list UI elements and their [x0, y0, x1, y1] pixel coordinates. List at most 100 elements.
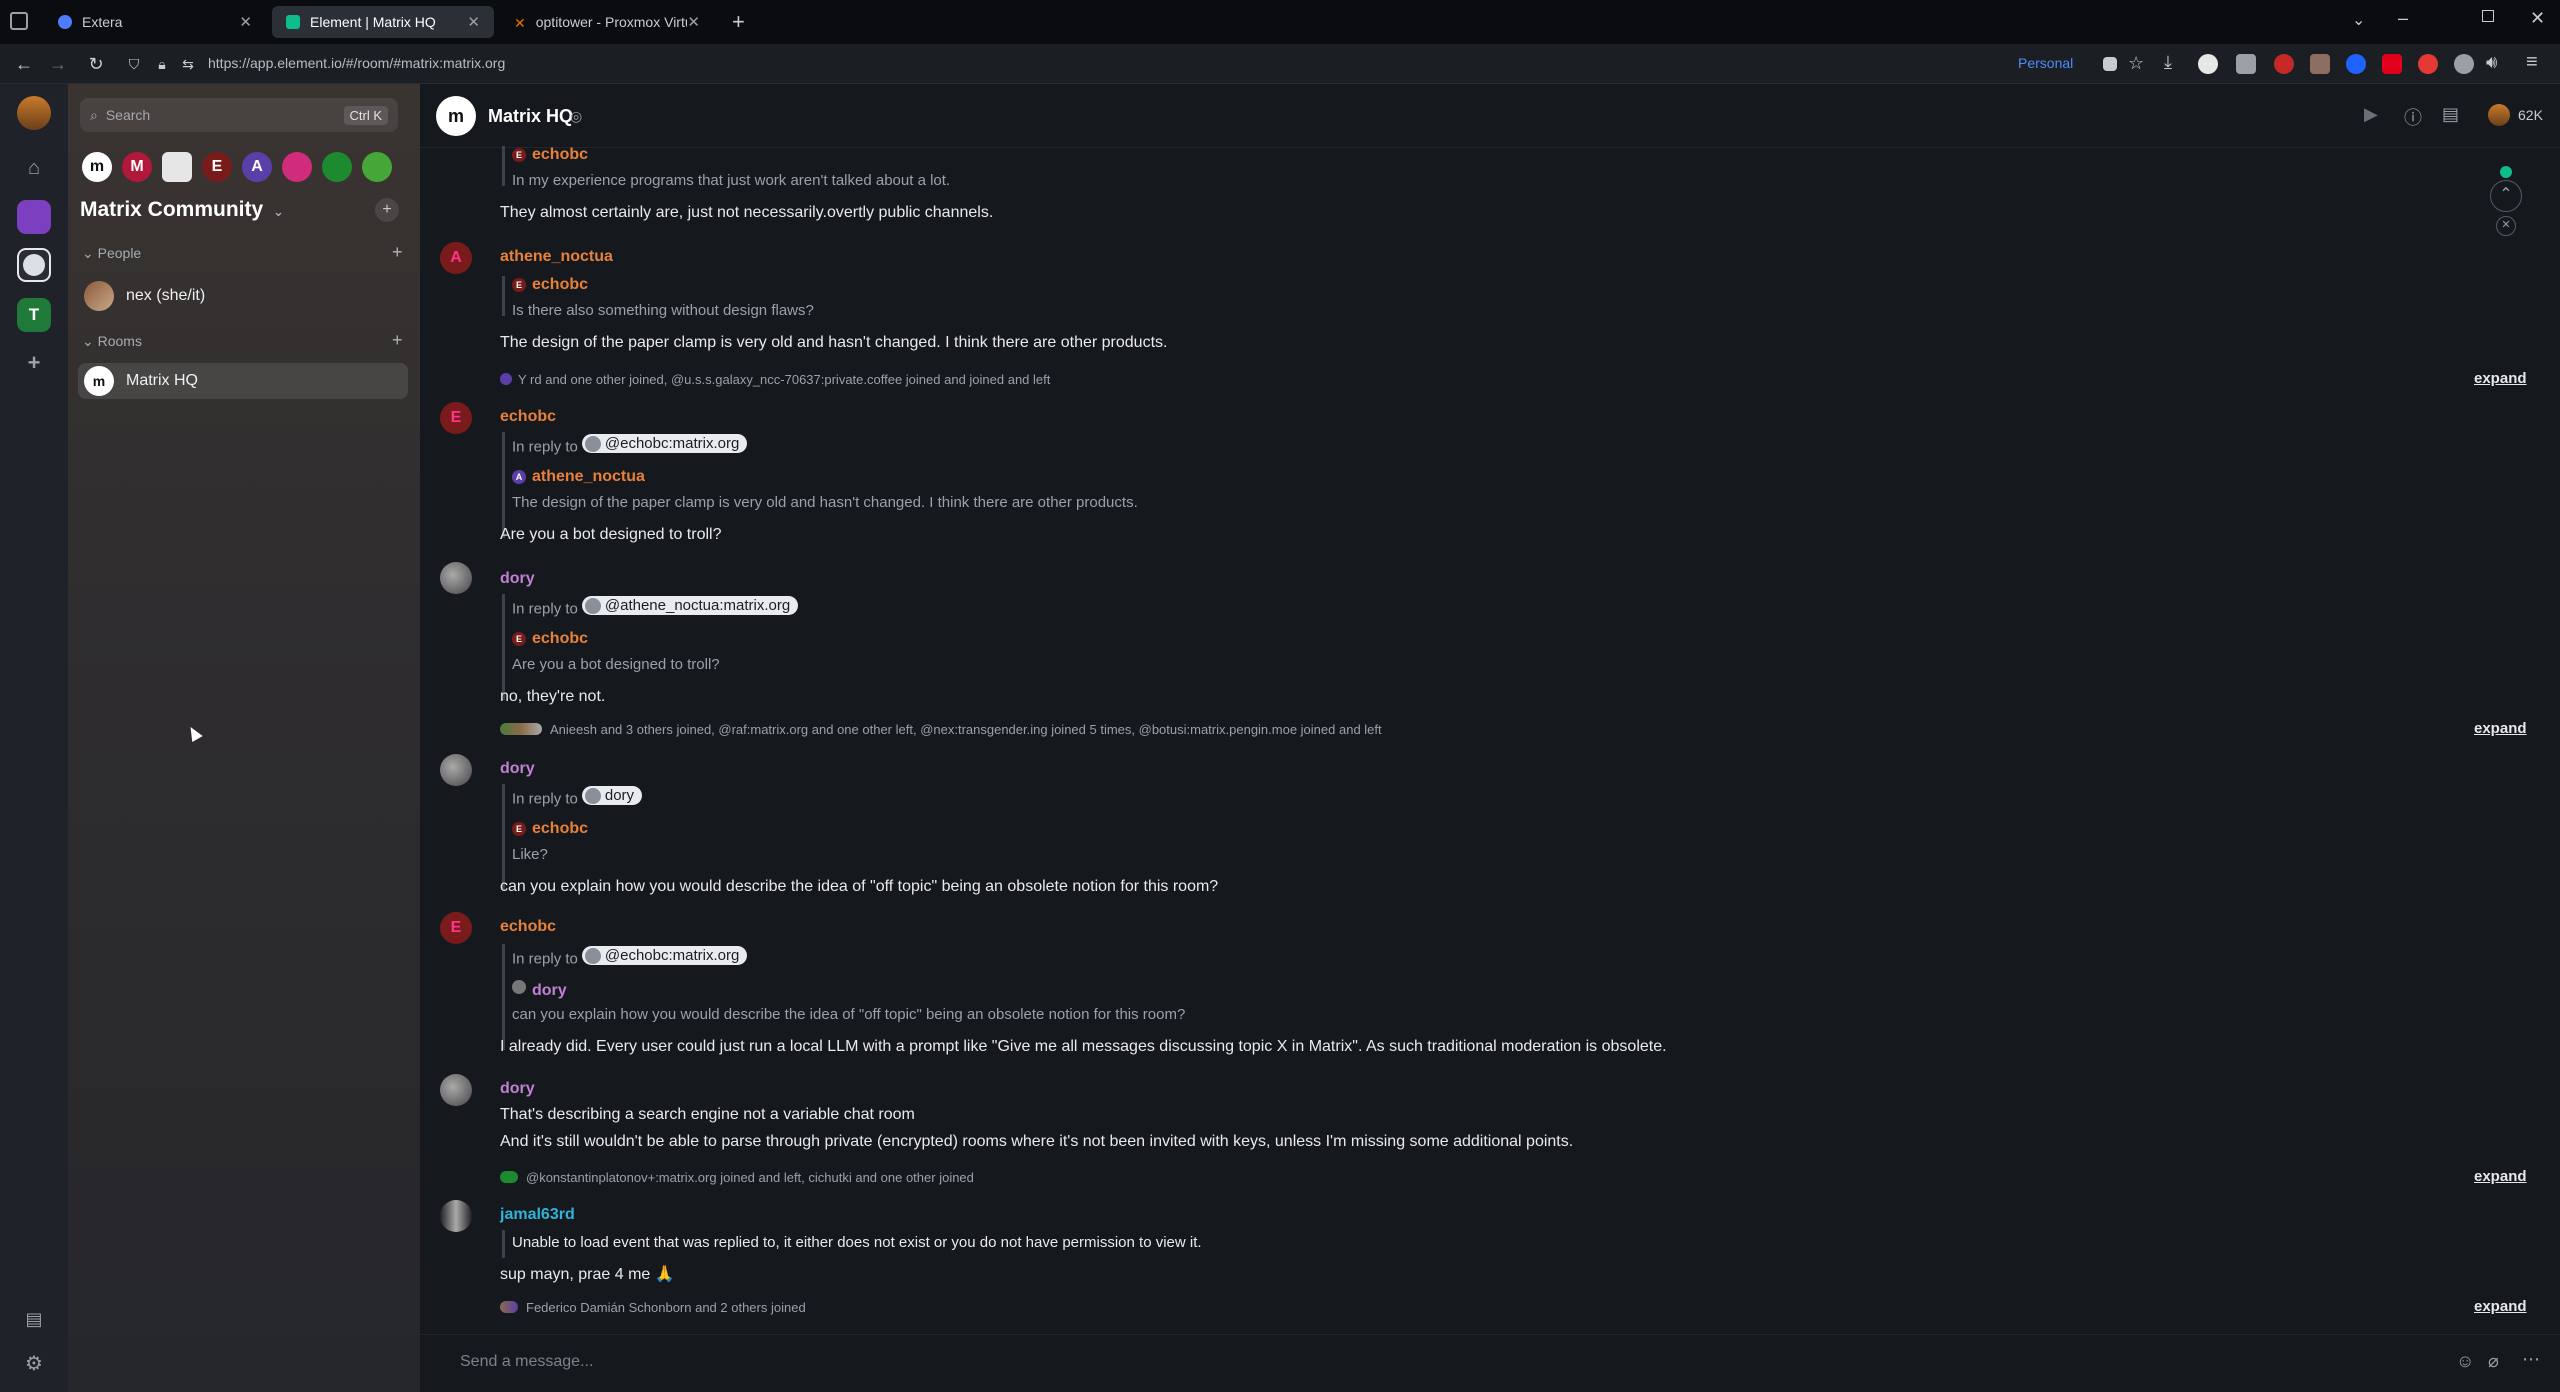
home-icon[interactable]: ⌂ [17, 151, 51, 185]
url-bar[interactable]: https://app.element.io/#/room/#matrix:ma… [208, 55, 505, 71]
threads-icon[interactable]: ▤ [2442, 104, 2459, 125]
space-child-avatar[interactable]: A [242, 152, 272, 182]
settings-gear-icon[interactable]: ⚙ [17, 1346, 51, 1380]
downloads-icon[interactable]: ⤓ [2164, 52, 2172, 73]
member-count[interactable]: 62K [2518, 107, 2543, 123]
back-icon[interactable]: ← [12, 52, 36, 76]
user-pill[interactable]: dory [581, 786, 643, 805]
space-name[interactable]: Matrix Community ⌄ [80, 198, 284, 222]
add-person-icon[interactable]: + [392, 242, 403, 263]
youtube-icon[interactable] [2382, 54, 2402, 74]
sender-name[interactable]: dory [500, 1080, 535, 1098]
extension-icon[interactable] [2418, 54, 2438, 74]
chevron-down-icon[interactable]: ⌄ [273, 204, 284, 219]
space-child-avatar[interactable]: M [122, 152, 152, 182]
tab-proxmox[interactable]: ✕ optitower - Proxmox Virtual En ✕ [500, 6, 714, 38]
space-child-avatar[interactable] [322, 152, 352, 182]
close-icon[interactable]: ✕ [239, 13, 252, 31]
minimize-icon[interactable]: – [2398, 8, 2408, 29]
expand-link[interactable]: expand [2474, 720, 2527, 737]
tab-extera[interactable]: Extera ✕ [44, 6, 266, 38]
room-title[interactable]: Matrix HQ [488, 106, 573, 127]
avatar[interactable]: E [440, 912, 472, 944]
space-item-matrix-community[interactable] [17, 248, 51, 282]
member-avatars[interactable] [2488, 104, 2510, 126]
quote-sender[interactable]: Aathene_noctua [512, 468, 645, 486]
sender-name[interactable]: dory [500, 570, 535, 588]
sender-name[interactable]: jamal63rd [500, 1206, 575, 1224]
space-child-avatar[interactable] [282, 152, 312, 182]
expand-link[interactable]: expand [2474, 1298, 2527, 1315]
bookmark-star-icon[interactable]: ☆ [2128, 53, 2144, 74]
space-item[interactable] [17, 200, 51, 234]
jump-to-unread-button[interactable]: ⌃ [2490, 180, 2522, 212]
close-icon[interactable]: ✕ [687, 13, 700, 31]
grid-icon[interactable] [2103, 57, 2117, 71]
extension-icon[interactable] [2198, 54, 2218, 74]
quote-sender[interactable]: Eechobc [512, 630, 588, 648]
space-child-avatar[interactable] [162, 152, 192, 182]
avatar[interactable] [440, 562, 472, 594]
ublock-icon[interactable] [2274, 54, 2294, 74]
expand-link[interactable]: expand [2474, 1168, 2527, 1185]
avatar[interactable] [440, 1200, 472, 1232]
rooms-section-header[interactable]: ⌄ Rooms [82, 333, 142, 350]
menu-icon[interactable]: ≡ [2526, 51, 2538, 74]
add-room-button[interactable]: + [375, 198, 399, 222]
user-pill[interactable]: @echobc:matrix.org [581, 434, 748, 453]
sender-name[interactable]: echobc [500, 408, 556, 426]
quote-sender[interactable]: Eechobc [512, 820, 588, 838]
quote-sender[interactable]: Eechobc [512, 276, 588, 294]
sender-name[interactable]: athene_noctua [500, 248, 613, 266]
maximize-icon[interactable] [2482, 10, 2494, 22]
expand-link[interactable]: expand [2474, 370, 2527, 387]
room-info-icon[interactable]: ⓘ [2404, 104, 2422, 130]
tab-overview-icon[interactable] [10, 12, 28, 30]
emoji-icon[interactable]: ☺ [2456, 1351, 2474, 1372]
threads-icon[interactable]: ▤ [17, 1302, 51, 1336]
avatar[interactable]: A [440, 242, 472, 274]
user-avatar[interactable] [17, 96, 51, 130]
in-reply-to[interactable]: In reply to @echobc:matrix.org [512, 946, 748, 968]
close-icon[interactable]: ✕ [467, 13, 480, 31]
room-avatar[interactable]: m [436, 96, 476, 136]
tab-element[interactable]: Element | Matrix HQ ✕ [272, 6, 494, 38]
more-options-icon[interactable]: ⋯ [2522, 1349, 2540, 1370]
avatar[interactable]: E [440, 402, 472, 434]
reload-icon[interactable]: ↻ [84, 52, 108, 76]
dismiss-icon[interactable]: ✕ [2496, 216, 2516, 236]
quote-sender[interactable]: dory [512, 980, 567, 1000]
attachment-icon[interactable]: ⌀ [2488, 1351, 2499, 1372]
room-list-item[interactable]: nex (she/it) [78, 278, 408, 314]
in-reply-to[interactable]: In reply to @athene_noctua:matrix.org [512, 596, 799, 618]
new-tab-icon[interactable]: + [732, 9, 745, 35]
search-input[interactable]: ⌕ Search Ctrl K [80, 98, 398, 132]
space-child-avatar[interactable]: m [82, 152, 112, 182]
permissions-icon[interactable]: ⇆ [176, 52, 200, 76]
extension-icon[interactable] [2310, 54, 2330, 74]
user-pill[interactable]: @echobc:matrix.org [581, 946, 748, 965]
quote-sender[interactable]: Eechobc [512, 146, 588, 164]
puzzle-icon[interactable] [2236, 54, 2256, 74]
extension-icon[interactable] [2454, 54, 2474, 74]
avatar[interactable] [440, 754, 472, 786]
create-space-icon[interactable]: + [17, 346, 51, 380]
container-label[interactable]: Personal [2018, 55, 2073, 71]
space-item[interactable]: T [17, 298, 51, 332]
forward-icon[interactable]: → [46, 52, 70, 76]
lock-icon[interactable]: 🔒︎ [150, 52, 174, 76]
space-child-avatar[interactable] [362, 152, 392, 182]
tab-list-icon[interactable]: ⌄ [2352, 10, 2365, 30]
in-reply-to[interactable]: In reply to dory [512, 786, 643, 808]
add-room-icon[interactable]: + [392, 330, 403, 351]
message-input[interactable]: Send a message... [460, 1353, 593, 1371]
window-close-icon[interactable]: ✕ [2530, 8, 2545, 29]
sender-name[interactable]: dory [500, 760, 535, 778]
video-call-icon[interactable]: ▶ [2364, 104, 2378, 125]
shield-icon[interactable]: ⛉ [122, 52, 146, 76]
extension-icon[interactable] [2346, 54, 2366, 74]
volume-icon[interactable]: 🔊︎ [2486, 52, 2497, 73]
in-reply-to[interactable]: In reply to @echobc:matrix.org [512, 434, 748, 456]
avatar[interactable] [440, 1074, 472, 1106]
user-pill[interactable]: @athene_noctua:matrix.org [581, 596, 799, 615]
